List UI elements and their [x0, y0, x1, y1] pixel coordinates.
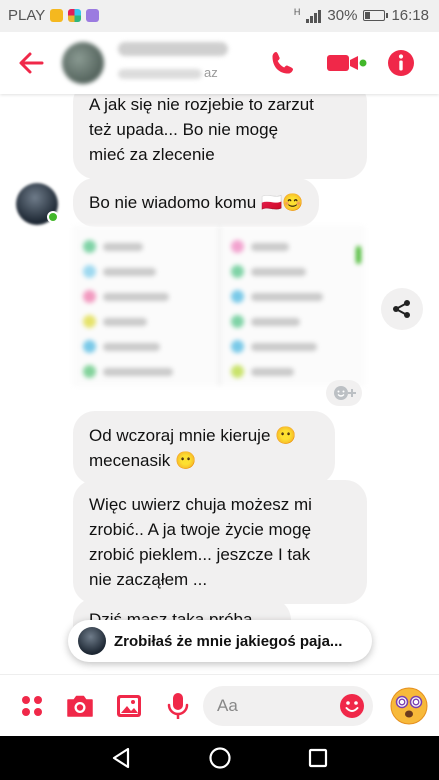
messenger-screen: PLAY H 30% 16:18 az A jak się nie rozjeb…	[0, 0, 439, 780]
message-text: Bo nie wiadomo komu 🇵🇱😊	[89, 193, 304, 212]
new-message-toast[interactable]: Zrobiłaś że mnie jakiegoś paja...	[68, 620, 372, 662]
microphone-icon[interactable]	[162, 690, 194, 722]
message-line: Od wczoraj mnie kieruje 😶	[89, 426, 297, 445]
camera-icon[interactable]	[64, 690, 96, 722]
share-icon	[393, 300, 410, 318]
blurred-text-line	[103, 243, 143, 251]
face-with-spiral-eyes-icon[interactable]	[389, 686, 429, 726]
message-line: też upada... Bo nie mogę	[89, 120, 279, 139]
blurred-text-line	[251, 343, 317, 351]
notification-app-icon	[50, 9, 64, 22]
message-line: A jak się nie rozjebie to zarzut	[89, 95, 314, 114]
nav-recent-apps-icon[interactable]	[303, 743, 333, 773]
blurred-scrollbar	[356, 246, 361, 264]
message-bubble-incoming[interactable]: Więc uwierz chuja możesz mi zrobić.. A j…	[73, 480, 367, 604]
battery-icon	[363, 10, 389, 21]
blurred-contact-dot	[231, 240, 244, 253]
add-reaction-button[interactable]	[326, 380, 362, 406]
blurred-contact-dot	[231, 315, 244, 328]
notification-slack-icon	[68, 9, 82, 22]
video-camera-icon[interactable]	[325, 48, 367, 78]
message-input-box[interactable]	[203, 686, 373, 726]
blurred-contact-dot	[83, 290, 96, 303]
info-icon[interactable]	[386, 48, 416, 78]
phone-icon[interactable]	[268, 48, 298, 78]
blurred-contact-dot	[231, 365, 244, 378]
message-composer	[0, 674, 439, 736]
message-line: nie zacząłem ...	[89, 570, 208, 589]
message-line: mieć za zlecenie	[89, 145, 215, 164]
network-type-label: H	[293, 7, 301, 17]
message-input[interactable]	[203, 686, 323, 726]
contact-avatar[interactable]	[62, 42, 104, 84]
blurred-contact-dot	[83, 315, 96, 328]
blurred-text-line	[251, 318, 300, 326]
back-arrow-icon[interactable]	[14, 46, 48, 80]
contact-name-blurred[interactable]	[118, 42, 228, 56]
blurred-divider	[219, 226, 220, 386]
message-line: Więc uwierz chuja możesz mi	[89, 495, 312, 514]
blurred-contact-dot	[83, 340, 96, 353]
blurred-contact-dot	[231, 290, 244, 303]
signal-icon	[306, 9, 322, 23]
blurred-text-line	[103, 293, 169, 301]
contact-status-suffix: az	[204, 65, 218, 80]
blurred-text-line	[251, 243, 289, 251]
notification-gallery-icon	[86, 9, 100, 22]
status-blurred-text	[118, 68, 202, 79]
contact-status: az	[118, 65, 238, 80]
message-line: mecenasik 😶	[89, 451, 197, 470]
blurred-text-line	[103, 343, 160, 351]
system-navigation-bar	[0, 736, 439, 780]
blurred-contact-dot	[83, 265, 96, 278]
message-bubble-incoming[interactable]: A jak się nie rozjebie to zarzut też upa…	[73, 80, 367, 179]
blurred-text-line	[103, 318, 147, 326]
message-bubble-incoming[interactable]: Bo nie wiadomo komu 🇵🇱😊	[73, 178, 320, 227]
online-indicator	[47, 211, 59, 223]
add-reaction-icon	[334, 386, 356, 400]
battery-level-fill	[365, 12, 371, 19]
blurred-text-line	[251, 293, 323, 301]
shared-image-blurred[interactable]	[73, 226, 365, 386]
battery-percent: 30%	[327, 7, 358, 24]
blurred-contact-dot	[83, 365, 96, 378]
toast-avatar	[78, 627, 106, 655]
share-button[interactable]	[381, 288, 423, 330]
conversation-header: az	[0, 32, 439, 94]
clock: 16:18	[391, 7, 429, 24]
blurred-contact-dot	[83, 240, 96, 253]
blurred-text-line	[251, 368, 294, 376]
emoji-icon[interactable]	[339, 693, 365, 719]
more-apps-icon[interactable]	[16, 690, 48, 722]
blurred-text-line	[103, 268, 156, 276]
blurred-text-line	[103, 368, 173, 376]
nav-back-icon[interactable]	[106, 743, 136, 773]
blurred-contact-dot	[231, 265, 244, 278]
image-icon[interactable]	[113, 690, 145, 722]
toast-message-preview: Zrobiłaś że mnie jakiegoś paja...	[114, 632, 343, 650]
status-bar: PLAY H 30% 16:18	[0, 0, 439, 32]
message-line: zrobić pieklem... jeszcze I tak	[89, 545, 311, 564]
nav-home-icon[interactable]	[205, 743, 235, 773]
message-line: zrobić.. A ja twoje życie mogę	[89, 520, 312, 539]
carrier-label: PLAY	[8, 7, 46, 24]
blurred-text-line	[251, 268, 306, 276]
message-bubble-incoming[interactable]: Od wczoraj mnie kieruje 😶 mecenasik 😶	[73, 411, 335, 485]
blurred-contact-dot	[231, 340, 244, 353]
